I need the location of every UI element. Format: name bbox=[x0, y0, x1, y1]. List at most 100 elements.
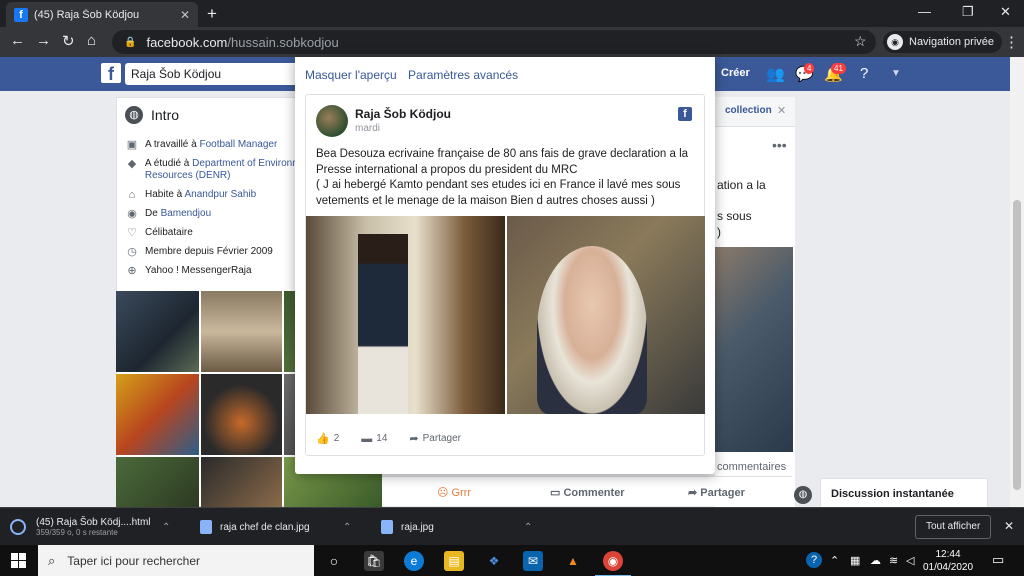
vlc-icon[interactable]: ▲ bbox=[563, 551, 583, 571]
collection-label[interactable]: collection bbox=[725, 105, 772, 116]
shared-post-preview: Raja Šob Ködjou mardi f Bea Desouza ecri… bbox=[305, 94, 705, 456]
minimize-icon[interactable]: — bbox=[918, 4, 931, 19]
comment-label: Commenter bbox=[563, 487, 625, 499]
likes-value: 2 bbox=[333, 433, 340, 444]
download-options-icon[interactable]: ⌃ bbox=[343, 522, 351, 533]
dropbox-icon[interactable]: ❖ bbox=[484, 551, 504, 571]
notifications-badge: 41 bbox=[831, 63, 846, 74]
chat-sidebar-header[interactable]: Discussion instantanée bbox=[820, 478, 988, 508]
facebook-search-input[interactable]: Raja Šob Ködjou bbox=[125, 63, 305, 85]
comments-value: 14 bbox=[376, 433, 388, 444]
post-text-line: vetements et le menage de la maison Bien… bbox=[316, 194, 655, 207]
help-icon[interactable]: ? bbox=[860, 65, 868, 82]
photo-thumbnail[interactable] bbox=[116, 291, 199, 372]
browser-menu-icon[interactable]: ⋮ bbox=[1004, 33, 1019, 51]
hide-preview-link[interactable]: Masquer l'aperçu bbox=[305, 68, 397, 82]
window-close-icon[interactable]: ✕ bbox=[1000, 4, 1011, 20]
hometown-link[interactable]: Bamendjou bbox=[161, 208, 212, 219]
facebook-icon: f bbox=[678, 107, 692, 121]
background-comment-button[interactable]: ▭ Commenter bbox=[550, 486, 625, 499]
work-link[interactable]: Football Manager bbox=[199, 139, 277, 150]
download-status: 359/359 o, 0 s restante bbox=[36, 528, 118, 537]
post-text-line: ( J ai hebergé Kamto pendant ses etudes … bbox=[316, 179, 681, 191]
photo-thumbnail[interactable] bbox=[201, 457, 282, 507]
address-toolbar: ← → ↻ ⌂ 🔒 facebook.com/hussain.sobkodjou… bbox=[0, 27, 1024, 57]
share-label: Partager bbox=[700, 487, 745, 499]
background-comments-count[interactable]: commentaires bbox=[717, 461, 786, 473]
post-options-icon[interactable]: ••• bbox=[772, 137, 787, 153]
clock-date: 01/04/2020 bbox=[922, 562, 974, 573]
reload-icon[interactable]: ↻ bbox=[62, 32, 75, 50]
intro-relationship-label: Célibataire bbox=[145, 227, 193, 238]
bookmark-star-icon[interactable]: ☆ bbox=[854, 33, 867, 50]
chrome-icon[interactable]: ◉ bbox=[595, 551, 631, 576]
likes-count[interactable]: 👍 2 bbox=[316, 432, 339, 445]
globe-settings-icon[interactable]: ◍ bbox=[794, 486, 812, 504]
intro-education-label: A étudié à bbox=[144, 158, 193, 169]
onedrive-icon[interactable]: ☁ bbox=[870, 554, 881, 567]
browser-tab[interactable]: f (45) Raja Šob Ködjou ✕ bbox=[6, 2, 198, 27]
photo-thumbnail[interactable] bbox=[201, 291, 282, 372]
tray-chevron-icon[interactable]: ⌃ bbox=[830, 554, 839, 567]
post-author[interactable]: Raja Šob Ködjou bbox=[355, 107, 451, 121]
new-tab-icon[interactable]: + bbox=[207, 4, 217, 24]
forward-icon[interactable]: → bbox=[36, 32, 51, 49]
friend-requests-icon[interactable]: 👥 bbox=[766, 65, 785, 83]
post-date[interactable]: mardi bbox=[355, 123, 380, 134]
file-explorer-icon[interactable]: ▤ bbox=[444, 551, 464, 571]
globe-icon: ◍ bbox=[125, 106, 143, 124]
volume-icon[interactable]: ◁ bbox=[906, 554, 914, 567]
edge-icon[interactable]: e bbox=[404, 551, 424, 571]
post-photo-man-in-suit[interactable] bbox=[306, 216, 505, 414]
downloads-close-icon[interactable]: ✕ bbox=[1004, 519, 1014, 533]
wifi-icon[interactable]: ≋ bbox=[889, 554, 898, 567]
action-center-icon[interactable]: ▭ bbox=[992, 552, 1004, 568]
advanced-settings-link[interactable]: Paramètres avancés bbox=[408, 68, 518, 82]
store-icon[interactable]: 🛍 bbox=[364, 551, 384, 571]
post-photo-woman[interactable] bbox=[507, 216, 705, 414]
comments-count[interactable]: ▬ 14 bbox=[361, 433, 387, 445]
clock-icon: ◷ bbox=[127, 246, 137, 258]
facebook-favicon-icon: f bbox=[14, 7, 28, 22]
taskbar-search-input[interactable]: ⌕ Taper ici pour rechercher bbox=[38, 545, 314, 576]
account-menu-icon[interactable]: ▼ bbox=[891, 68, 901, 79]
grrr-reaction[interactable]: ☹ Grrr bbox=[437, 486, 471, 499]
download-item[interactable]: (45) Raja Šob Ködj....html 359/359 o, 0 … bbox=[10, 514, 151, 540]
download-item[interactable]: raja.jpg bbox=[381, 514, 434, 540]
author-avatar[interactable] bbox=[316, 105, 348, 137]
help-tray-icon[interactable]: ? bbox=[806, 552, 822, 568]
comment-bubble-icon: ▬ bbox=[361, 432, 373, 445]
share-count[interactable]: ➦ Partager bbox=[409, 432, 461, 445]
tray-app-icon[interactable]: ▦ bbox=[850, 554, 860, 567]
restore-icon[interactable]: ❐ bbox=[962, 4, 974, 20]
photo-thumbnail[interactable] bbox=[116, 457, 199, 507]
task-view-icon[interactable]: ○ bbox=[324, 551, 344, 571]
collection-close-icon[interactable]: ✕ bbox=[777, 104, 786, 117]
graduation-cap-icon: ◆ bbox=[127, 158, 137, 170]
photo-thumbnail[interactable] bbox=[116, 374, 199, 455]
download-options-icon[interactable]: ⌃ bbox=[162, 522, 170, 533]
taskbar-clock[interactable]: 12:44 01/04/2020 bbox=[920, 548, 976, 574]
home-icon[interactable]: ⌂ bbox=[87, 32, 96, 49]
back-icon[interactable]: ← bbox=[10, 32, 25, 49]
scrollbar-thumb[interactable] bbox=[1013, 200, 1021, 490]
photo-thumbnail[interactable] bbox=[201, 374, 282, 455]
globe-small-icon: ⊕ bbox=[127, 265, 137, 277]
url-bar[interactable]: 🔒 facebook.com/hussain.sobkodjou bbox=[112, 30, 876, 54]
tab-close-icon[interactable]: ✕ bbox=[180, 8, 190, 22]
facebook-logo-icon[interactable]: f bbox=[101, 63, 121, 84]
windows-start-icon[interactable] bbox=[11, 553, 26, 568]
incognito-indicator[interactable]: ◉ Navigation privée bbox=[883, 31, 1002, 53]
download-item[interactable]: raja chef de clan.jpg bbox=[200, 514, 310, 540]
city-link[interactable]: Anandpur Sahib bbox=[184, 189, 256, 200]
mail-icon[interactable]: ✉ bbox=[523, 551, 543, 571]
background-post-text-2: s sous bbox=[717, 209, 752, 223]
show-all-downloads-button[interactable]: Tout afficher bbox=[915, 515, 992, 539]
url-host: facebook.com bbox=[146, 34, 228, 50]
background-share-button[interactable]: ➦ Partager bbox=[688, 486, 745, 499]
download-options-icon[interactable]: ⌃ bbox=[524, 522, 532, 533]
thumbs-up-icon: 👍 bbox=[316, 433, 330, 445]
taskbar-search-placeholder: Taper ici pour rechercher bbox=[67, 553, 201, 568]
create-button[interactable]: Créer bbox=[721, 67, 750, 79]
share-count-label: Partager bbox=[422, 433, 461, 444]
